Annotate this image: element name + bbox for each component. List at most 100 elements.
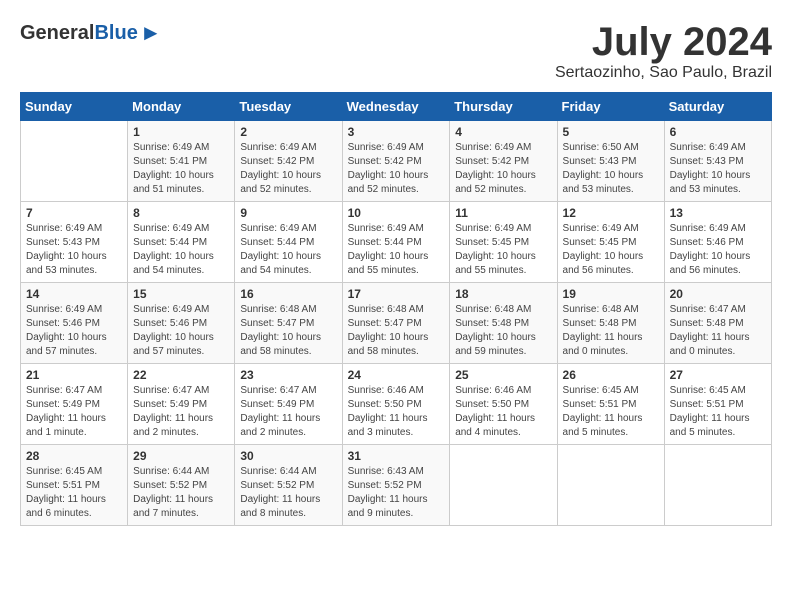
day-number: 15 <box>133 287 229 301</box>
day-number: 1 <box>133 125 229 139</box>
day-number: 27 <box>670 368 766 382</box>
day-info: Sunrise: 6:47 AM Sunset: 5:49 PM Dayligh… <box>26 384 122 440</box>
table-row: 31 Sunrise: 6:43 AM Sunset: 5:52 PM Dayli… <box>342 445 450 526</box>
table-row: 8Sunrise: 6:49 AM Sunset: 5:44 PM Daylig… <box>128 202 235 283</box>
day-number: 26 <box>563 368 659 382</box>
header-friday: Friday <box>557 93 664 121</box>
day-info: Sunrise: 6:49 AM Sunset: 5:45 PM Dayligh… <box>455 222 551 278</box>
day-number: 10 <box>348 206 445 220</box>
header-thursday: Thursday <box>450 93 557 121</box>
week-row-5: 28 Sunrise: 6:45 AM Sunset: 5:51 PM Dayli… <box>21 445 772 526</box>
day-number: 20 <box>670 287 766 301</box>
day-info: Sunrise: 6:49 AM Sunset: 5:42 PM Dayligh… <box>348 141 445 197</box>
table-row: 2Sunrise: 6:49 AM Sunset: 5:42 PM Daylig… <box>235 121 342 202</box>
header-wednesday: Wednesday <box>342 93 450 121</box>
day-info: Sunrise: 6:49 AM Sunset: 5:46 PM Dayligh… <box>26 303 122 359</box>
title-area: July 2024 Sertaozinho, Sao Paulo, Brazil <box>555 20 772 82</box>
table-row: 16Sunrise: 6:48 AM Sunset: 5:47 PM Dayli… <box>235 283 342 364</box>
header-tuesday: Tuesday <box>235 93 342 121</box>
table-row: 24Sunrise: 6:46 AM Sunset: 5:50 PM Dayli… <box>342 364 450 445</box>
day-info: Sunrise: 6:46 AM Sunset: 5:50 PM Dayligh… <box>455 384 551 440</box>
table-row: 9 Sunrise: 6:49 AM Sunset: 5:44 PM Daylig… <box>235 202 342 283</box>
table-row: 17Sunrise: 6:48 AM Sunset: 5:47 PM Dayli… <box>342 283 450 364</box>
day-number: 21 <box>26 368 122 382</box>
day-number: 28 <box>26 449 122 463</box>
day-info: Sunrise: 6:50 AM Sunset: 5:43 PM Dayligh… <box>563 141 659 197</box>
day-info: Sunrise: 6:49 AM Sunset: 5:44 PM Dayligh… <box>133 222 229 278</box>
day-info: Sunrise: 6:48 AM Sunset: 5:48 PM Dayligh… <box>563 303 659 359</box>
day-info: Sunrise: 6:43 AM Sunset: 5:52 PM Dayligh… <box>348 465 445 521</box>
day-info: Sunrise: 6:49 AM Sunset: 5:43 PM Dayligh… <box>26 222 122 278</box>
location-subtitle: Sertaozinho, Sao Paulo, Brazil <box>555 64 772 82</box>
header-sunday: Sunday <box>21 93 128 121</box>
logo-blue-text: Blue <box>94 22 137 45</box>
day-number: 30 <box>240 449 336 463</box>
day-number: 2 <box>240 125 336 139</box>
day-number: 25 <box>455 368 551 382</box>
weekday-header-row: Sunday Monday Tuesday Wednesday Thursday… <box>21 93 772 121</box>
day-info: Sunrise: 6:48 AM Sunset: 5:47 PM Dayligh… <box>240 303 336 359</box>
day-number: 19 <box>563 287 659 301</box>
table-row: 28 Sunrise: 6:45 AM Sunset: 5:51 PM Dayli… <box>21 445 128 526</box>
table-row: 19 Sunrise: 6:48 AM Sunset: 5:48 PM Dayli… <box>557 283 664 364</box>
day-number: 18 <box>455 287 551 301</box>
week-row-1: 1Sunrise: 6:49 AM Sunset: 5:41 PM Daylig… <box>21 121 772 202</box>
table-row <box>21 121 128 202</box>
table-row: 29Sunrise: 6:44 AM Sunset: 5:52 PM Dayli… <box>128 445 235 526</box>
table-row: 5Sunrise: 6:50 AM Sunset: 5:43 PM Daylig… <box>557 121 664 202</box>
day-info: Sunrise: 6:45 AM Sunset: 5:51 PM Dayligh… <box>670 384 766 440</box>
day-number: 4 <box>455 125 551 139</box>
day-info: Sunrise: 6:49 AM Sunset: 5:46 PM Dayligh… <box>133 303 229 359</box>
table-row: 15 Sunrise: 6:49 AM Sunset: 5:46 PM Dayli… <box>128 283 235 364</box>
month-year-title: July 2024 <box>555 20 772 64</box>
table-row: 27 Sunrise: 6:45 AM Sunset: 5:51 PM Dayli… <box>664 364 771 445</box>
day-info: Sunrise: 6:47 AM Sunset: 5:49 PM Dayligh… <box>240 384 336 440</box>
day-number: 6 <box>670 125 766 139</box>
day-number: 11 <box>455 206 551 220</box>
table-row <box>557 445 664 526</box>
table-row: 25 Sunrise: 6:46 AM Sunset: 5:50 PM Dayli… <box>450 364 557 445</box>
table-row: 6 Sunrise: 6:49 AM Sunset: 5:43 PM Daylig… <box>664 121 771 202</box>
day-number: 7 <box>26 206 122 220</box>
day-info: Sunrise: 6:49 AM Sunset: 5:45 PM Dayligh… <box>563 222 659 278</box>
table-row: 21 Sunrise: 6:47 AM Sunset: 5:49 PM Dayli… <box>21 364 128 445</box>
table-row: 12 Sunrise: 6:49 AM Sunset: 5:45 PM Dayli… <box>557 202 664 283</box>
day-info: Sunrise: 6:47 AM Sunset: 5:48 PM Dayligh… <box>670 303 766 359</box>
table-row: 7 Sunrise: 6:49 AM Sunset: 5:43 PM Daylig… <box>21 202 128 283</box>
calendar-table: Sunday Monday Tuesday Wednesday Thursday… <box>20 92 772 526</box>
day-info: Sunrise: 6:44 AM Sunset: 5:52 PM Dayligh… <box>133 465 229 521</box>
day-info: Sunrise: 6:49 AM Sunset: 5:44 PM Dayligh… <box>348 222 445 278</box>
day-info: Sunrise: 6:48 AM Sunset: 5:48 PM Dayligh… <box>455 303 551 359</box>
day-number: 31 <box>348 449 445 463</box>
day-number: 23 <box>240 368 336 382</box>
header-saturday: Saturday <box>664 93 771 121</box>
day-info: Sunrise: 6:47 AM Sunset: 5:49 PM Dayligh… <box>133 384 229 440</box>
table-row: 18 Sunrise: 6:48 AM Sunset: 5:48 PM Dayli… <box>450 283 557 364</box>
table-row: 13Sunrise: 6:49 AM Sunset: 5:46 PM Dayli… <box>664 202 771 283</box>
table-row: 23 Sunrise: 6:47 AM Sunset: 5:49 PM Dayli… <box>235 364 342 445</box>
table-row: 4 Sunrise: 6:49 AM Sunset: 5:42 PM Daylig… <box>450 121 557 202</box>
table-row: 30 Sunrise: 6:44 AM Sunset: 5:52 PM Dayli… <box>235 445 342 526</box>
header-monday: Monday <box>128 93 235 121</box>
day-number: 9 <box>240 206 336 220</box>
week-row-2: 7 Sunrise: 6:49 AM Sunset: 5:43 PM Daylig… <box>21 202 772 283</box>
day-number: 12 <box>563 206 659 220</box>
table-row: 14 Sunrise: 6:49 AM Sunset: 5:46 PM Dayli… <box>21 283 128 364</box>
day-info: Sunrise: 6:49 AM Sunset: 5:44 PM Dayligh… <box>240 222 336 278</box>
table-row: 26 Sunrise: 6:45 AM Sunset: 5:51 PM Dayli… <box>557 364 664 445</box>
week-row-4: 21 Sunrise: 6:47 AM Sunset: 5:49 PM Dayli… <box>21 364 772 445</box>
table-row: 3Sunrise: 6:49 AM Sunset: 5:42 PM Daylig… <box>342 121 450 202</box>
day-info: Sunrise: 6:49 AM Sunset: 5:43 PM Dayligh… <box>670 141 766 197</box>
day-info: Sunrise: 6:45 AM Sunset: 5:51 PM Dayligh… <box>563 384 659 440</box>
day-info: Sunrise: 6:48 AM Sunset: 5:47 PM Dayligh… <box>348 303 445 359</box>
day-info: Sunrise: 6:44 AM Sunset: 5:52 PM Dayligh… <box>240 465 336 521</box>
day-info: Sunrise: 6:49 AM Sunset: 5:46 PM Dayligh… <box>670 222 766 278</box>
calendar-body: 1Sunrise: 6:49 AM Sunset: 5:41 PM Daylig… <box>21 121 772 526</box>
day-info: Sunrise: 6:49 AM Sunset: 5:42 PM Dayligh… <box>455 141 551 197</box>
page-header: General Blue ► July 2024 Sertaozinho, Sa… <box>20 20 772 82</box>
table-row <box>664 445 771 526</box>
table-row: 10 Sunrise: 6:49 AM Sunset: 5:44 PM Dayli… <box>342 202 450 283</box>
table-row: 1Sunrise: 6:49 AM Sunset: 5:41 PM Daylig… <box>128 121 235 202</box>
day-number: 14 <box>26 287 122 301</box>
day-info: Sunrise: 6:45 AM Sunset: 5:51 PM Dayligh… <box>26 465 122 521</box>
